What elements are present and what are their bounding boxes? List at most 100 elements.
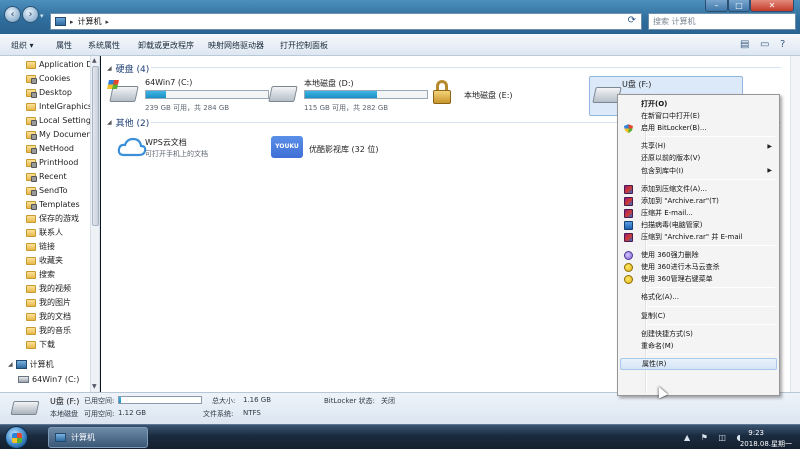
sidebar-item[interactable]: NetHood: [26, 142, 74, 155]
sidebar-item[interactable]: 我的文档: [26, 310, 71, 323]
open-control-panel-button[interactable]: 打开控制面板: [280, 40, 328, 51]
sidebar-item[interactable]: 保存的游戏: [26, 212, 79, 225]
tray-icons[interactable]: ▲ ⚑ ◫ ◖: [684, 433, 745, 442]
recent-pages-dropdown[interactable]: ▾: [40, 12, 44, 20]
sidebar-item[interactable]: Application D: [26, 58, 92, 71]
sidebar-scrollbar[interactable]: ▲ ▼: [90, 56, 99, 392]
context-menu-item[interactable]: 使用 360进行木马云查杀: [620, 261, 777, 273]
menu-separator: [648, 136, 775, 138]
drive-c[interactable]: 64Win7 (C:) 239 GB 可用，共 284 GB: [107, 76, 277, 116]
close-button[interactable]: ✕: [750, 0, 794, 12]
youku-library[interactable]: YOUKU 优酷影视库 (32 位): [101, 132, 401, 172]
system-tray: ▲ ⚑ ◫ ◖ 9:23 2018.08.星期一: [684, 428, 794, 448]
preview-pane-icon[interactable]: ▭: [760, 39, 769, 50]
drive-e[interactable]: 本地磁盘 (E:): [426, 76, 546, 116]
sidebar-item[interactable]: 下载: [26, 338, 55, 351]
scroll-up-icon[interactable]: ▲: [92, 57, 97, 64]
context-menu-item[interactable]: 添加到 "Archive.rar"(T): [620, 195, 777, 207]
folder-icon: [26, 200, 37, 210]
winrar-icon: [624, 208, 633, 218]
system-properties-button[interactable]: 系统属性: [88, 40, 120, 51]
sidebar-item[interactable]: 我的视频: [26, 282, 71, 295]
context-menu-item[interactable]: 使用 360管理右键菜单: [620, 273, 777, 285]
menu-separator: [648, 245, 775, 247]
menu-item-label: 在新窗口中打开(E): [641, 112, 700, 121]
sidebar-scroll-thumb[interactable]: [92, 66, 99, 226]
forward-button[interactable]: ›: [22, 6, 39, 23]
uninstall-program-button[interactable]: 卸载或更改程序: [138, 40, 194, 51]
context-menu-item[interactable]: 压缩并 E-mail...: [620, 207, 777, 219]
back-button[interactable]: ‹: [4, 6, 21, 23]
breadcrumb-separator[interactable]: ▸: [106, 18, 110, 26]
context-menu-item[interactable]: 共享(H) ▶: [620, 140, 777, 152]
context-menu-item[interactable]: 扫描病毒(电脑管家): [620, 219, 777, 231]
help-icon[interactable]: ?: [780, 39, 785, 50]
command-bar: 组织 ▾ 属性 系统属性 卸载或更改程序 映射网络驱动器 打开控制面板 ▤ ▭ …: [0, 34, 800, 56]
context-menu-item[interactable]: 在新窗口中打开(E): [620, 110, 777, 122]
sidebar-item[interactable]: My Document: [26, 128, 95, 141]
collapse-arrow-icon[interactable]: ◢: [107, 119, 112, 126]
start-button[interactable]: [5, 426, 28, 449]
sidebar-item[interactable]: Cookies: [26, 72, 70, 85]
sidebar-item[interactable]: 收藏夹: [26, 254, 63, 267]
context-menu-item[interactable]: 复制(C): [620, 310, 777, 322]
sidebar-item[interactable]: IntelGraphicsP: [26, 100, 97, 113]
content-scrollbar[interactable]: [790, 56, 800, 392]
sidebar-item[interactable]: SendTo: [26, 184, 68, 197]
sidebar-item[interactable]: 链接: [26, 240, 55, 253]
sidebar-item-computer[interactable]: ◢ 计算机: [8, 358, 54, 371]
clock-time[interactable]: 9:23: [748, 429, 764, 437]
sidebar-item[interactable]: Templates: [26, 198, 80, 211]
change-view-icon[interactable]: ▤: [740, 39, 749, 50]
breadcrumb-computer[interactable]: 计算机: [78, 16, 102, 27]
youku-icon: YOUKU: [271, 136, 303, 158]
context-menu-item[interactable]: 压缩到 "Archive.rar" 并 E-mail: [620, 231, 777, 243]
context-menu-item[interactable]: 打开(O): [620, 98, 777, 110]
drive-icon: [268, 86, 298, 102]
sidebar-item[interactable]: 搜索: [26, 268, 55, 281]
sidebar-item[interactable]: Desktop: [26, 86, 72, 99]
refresh-icon[interactable]: ⟳: [628, 15, 636, 26]
context-menu-item[interactable]: 格式化(A)...: [620, 291, 777, 303]
sidebar-item[interactable]: Local Settings: [26, 114, 95, 127]
sidebar-item[interactable]: 我的音乐: [26, 324, 71, 337]
map-network-drive-button[interactable]: 映射网络驱动器: [208, 40, 264, 51]
address-bar[interactable]: ▸ 计算机 ▸ ⟳: [50, 13, 642, 30]
breadcrumb-separator[interactable]: ▸: [70, 18, 74, 26]
details-free-label: 可用空间:: [84, 410, 115, 418]
context-menu-item[interactable]: 启用 BitLocker(B)...: [620, 122, 777, 134]
computer-icon: [55, 17, 66, 26]
taskbar-window-label: 计算机: [71, 433, 95, 442]
maximize-button[interactable]: □: [728, 0, 750, 12]
context-menu-item[interactable]: 包含到库中(I) ▶: [620, 165, 777, 177]
collapse-arrow-icon[interactable]: ◢: [107, 65, 112, 72]
sidebar-item[interactable]: Recent: [26, 170, 67, 183]
organize-menu[interactable]: 组织 ▾: [11, 40, 34, 51]
context-menu-item[interactable]: 创建快捷方式(S): [620, 328, 777, 340]
collapse-arrow-icon[interactable]: ◢: [8, 361, 13, 368]
context-menu-item[interactable]: 添加到压缩文件(A)...: [620, 183, 777, 195]
scroll-down-icon[interactable]: ▼: [92, 383, 97, 390]
search-input[interactable]: 搜索 计算机: [648, 13, 796, 30]
sidebar-item[interactable]: 联系人: [26, 226, 63, 239]
menu-item-label: 重命名(M): [641, 341, 674, 350]
sidebar-item-drive-c[interactable]: 64Win7 (C:): [18, 373, 79, 386]
taskbar-explorer-button[interactable]: 计算机: [48, 427, 148, 448]
context-menu-item[interactable]: 还原以前的版本(V): [620, 152, 777, 164]
search-placeholder: 搜索 计算机: [653, 17, 696, 26]
properties-button[interactable]: 属性: [56, 40, 72, 51]
sidebar-item[interactable]: PrintHood: [26, 156, 78, 169]
context-menu-item[interactable]: 重命名(M): [620, 340, 777, 352]
group-header-other[interactable]: ◢ 其他 (2): [107, 116, 149, 129]
minimize-button[interactable]: –: [705, 0, 728, 12]
folder-icon: [26, 242, 36, 251]
sidebar-item[interactable]: 我的图片: [26, 296, 71, 309]
clock-date[interactable]: 2018.08.星期一: [740, 439, 792, 449]
folder-icon: [26, 130, 37, 140]
group-header-hard-disks[interactable]: ◢ 硬盘 (4): [107, 62, 149, 75]
context-menu-item[interactable]: 使用 360强力删除: [620, 249, 777, 261]
drive-d[interactable]: 本地磁盘 (D:) 115 GB 可用，共 282 GB: [266, 76, 436, 116]
lock-body: [433, 90, 451, 104]
context-menu: 打开(O) 在新窗口中打开(E) 启用 BitLocker(B)... 共享(H) ▶ 还…: [617, 94, 780, 396]
context-menu-item[interactable]: 属性(R): [620, 357, 777, 370]
